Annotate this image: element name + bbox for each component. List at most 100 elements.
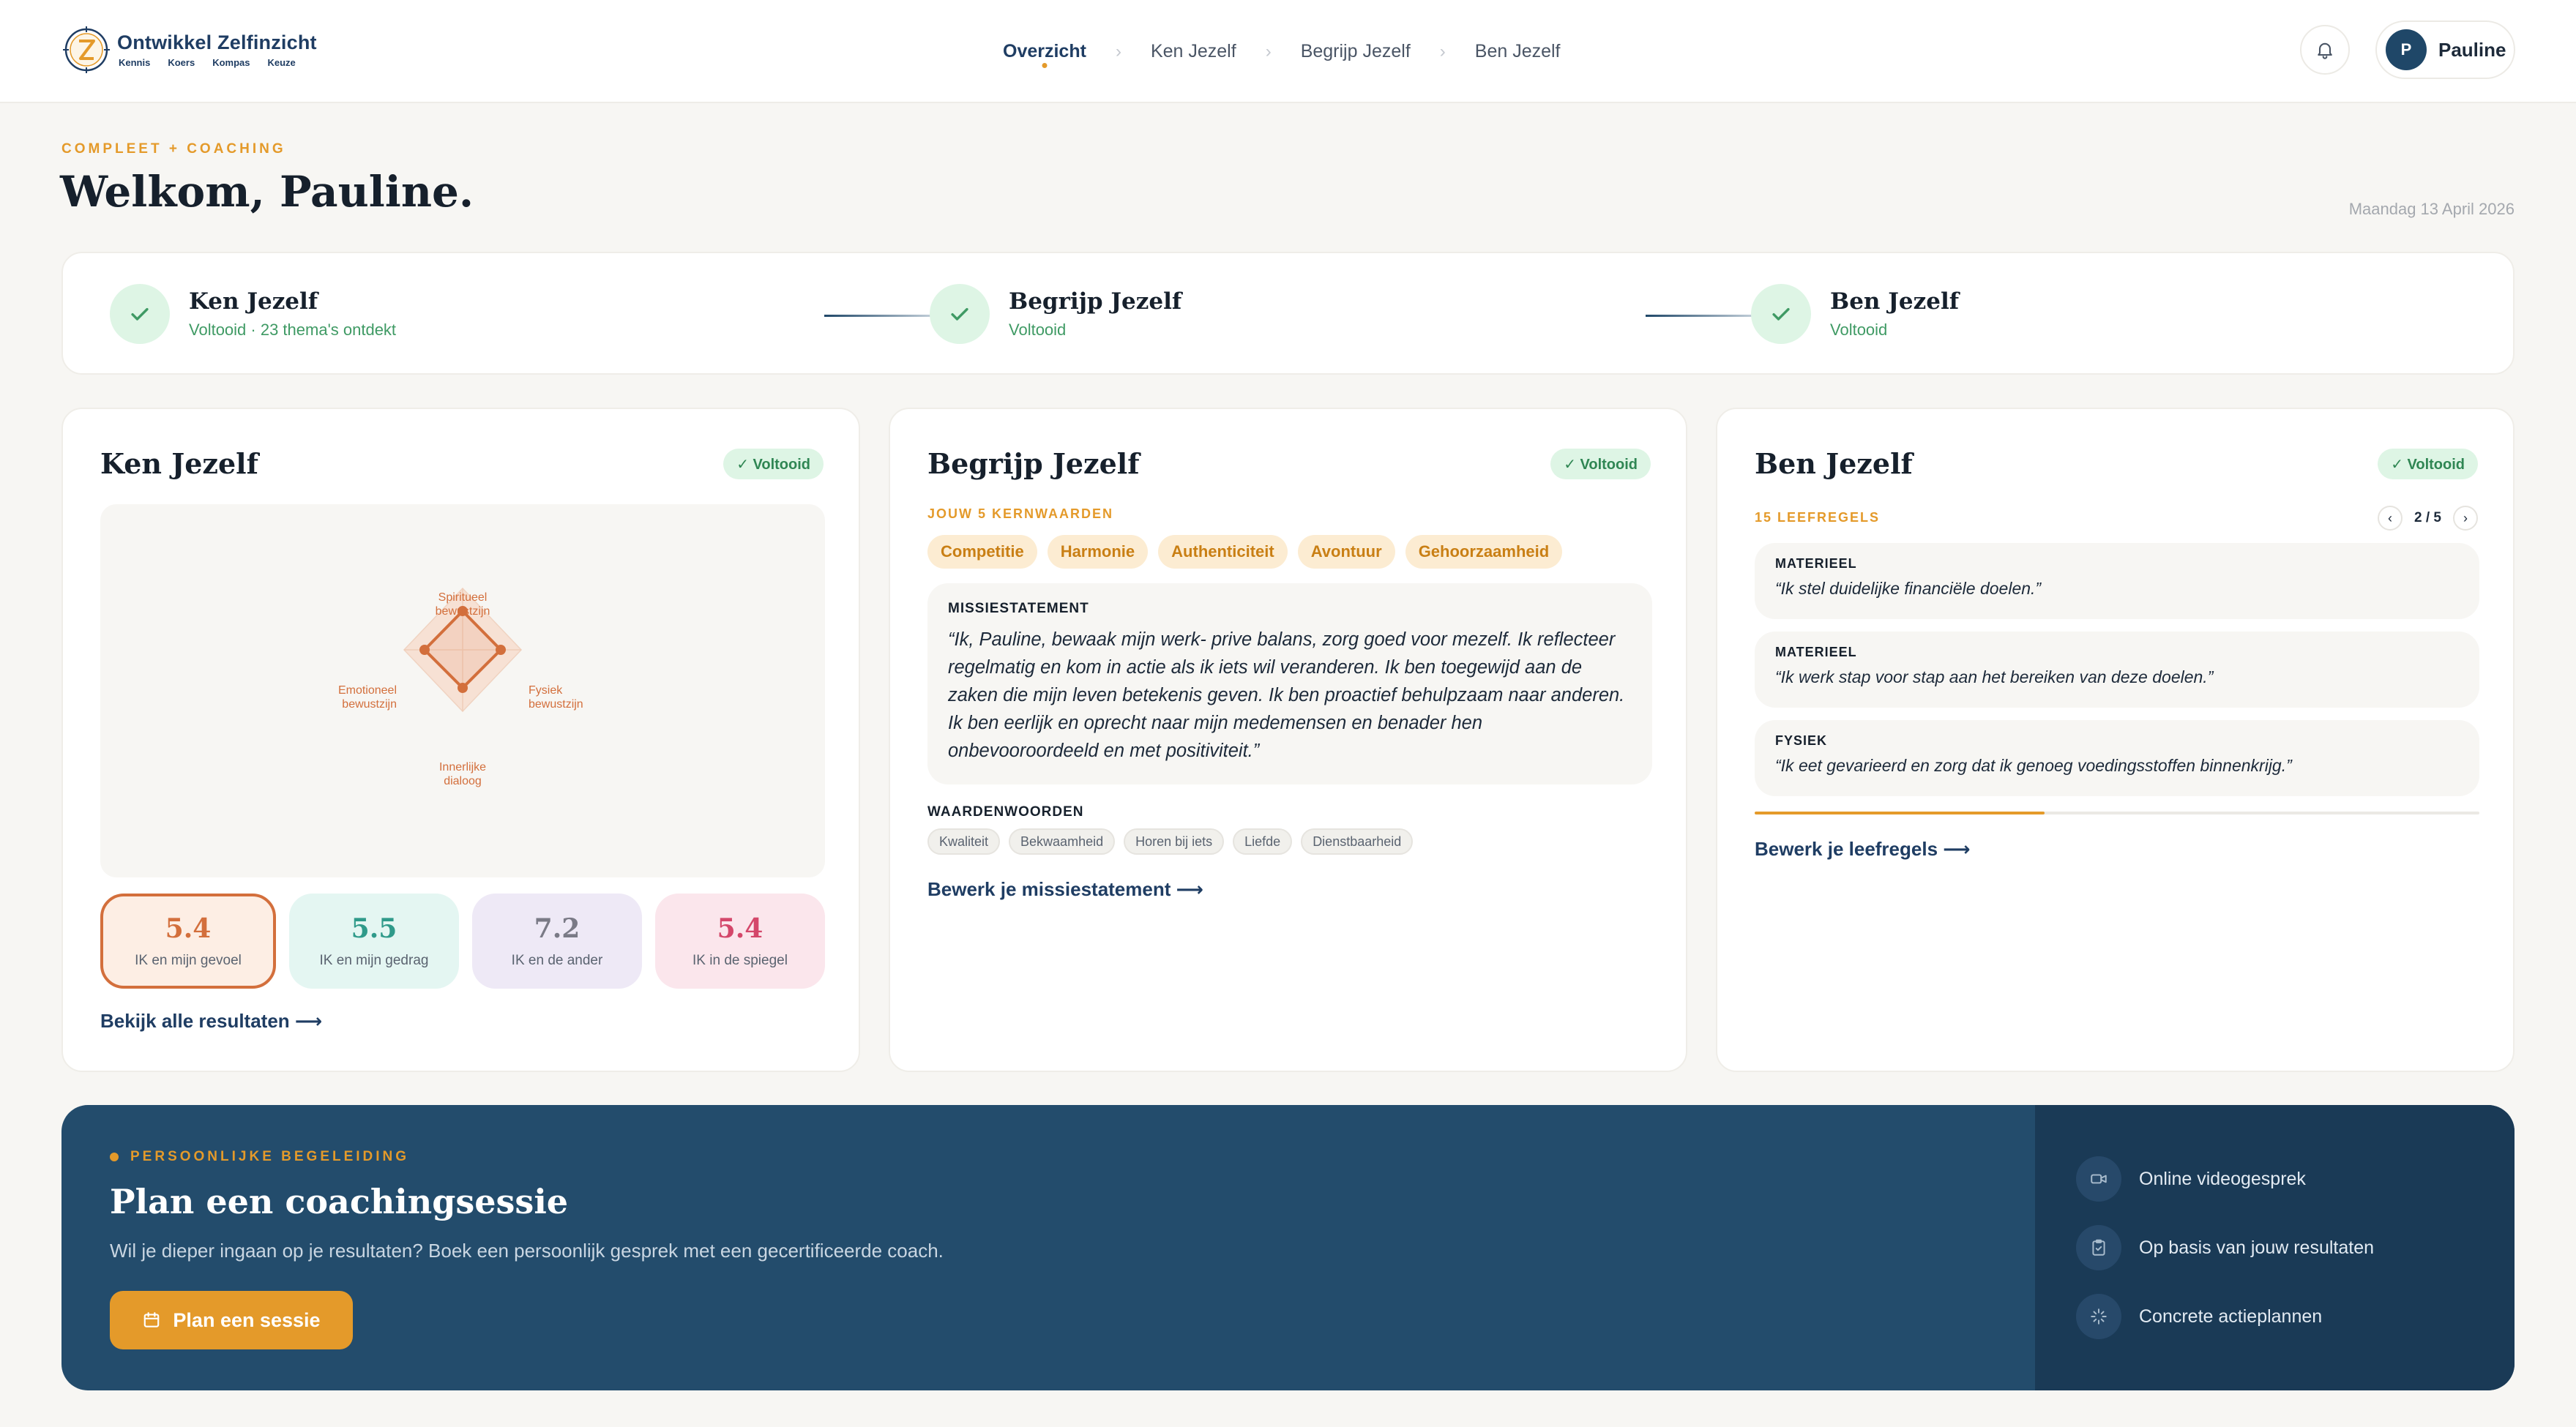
clipboard-icon bbox=[2076, 1225, 2121, 1270]
edit-mission-link[interactable]: Bewerk je missiestatement ⟶ bbox=[927, 878, 1203, 901]
logo-icon bbox=[63, 26, 110, 73]
main-nav: Overzicht › Ken Jezelf › Begrijp Jezelf … bbox=[1003, 0, 1561, 103]
radar-chart: Spiritueel bewustzijn Fysiek bewustzijn In… bbox=[100, 504, 825, 877]
score-label: IK en mijn gedrag bbox=[319, 953, 429, 968]
status-badge: ✓ Voltooid bbox=[2378, 449, 2478, 479]
banner-title: Plan een coachingsessie bbox=[110, 1182, 569, 1221]
rules-progress-fill bbox=[1755, 812, 2045, 814]
score-tiles: 5.4 IK en mijn gevoel 5.5 IK en mijn ged… bbox=[100, 894, 825, 989]
feature-item: Online videogesprek bbox=[2076, 1156, 2306, 1202]
rules-progress-bar bbox=[1755, 812, 2479, 814]
card-title: Ken Jezelf bbox=[100, 447, 258, 480]
current-date: Maandag 13 April 2026 bbox=[2348, 200, 2515, 218]
feature-label: Online videogesprek bbox=[2139, 1168, 2306, 1189]
logo-tag: Koers bbox=[168, 57, 195, 68]
value-word: Kwaliteit bbox=[927, 828, 1001, 855]
score-tile-ander[interactable]: 7.2 IK en de ander bbox=[472, 894, 642, 989]
banner-eyebrow-text: PERSOONLIJKE BEGELEIDING bbox=[130, 1149, 410, 1164]
score-tile-spiegel[interactable]: 5.4 IK in de spiegel bbox=[655, 894, 825, 989]
ken-jezelf-card: Ken Jezelf ✓ Voltooid Spiritueel bewustzi… bbox=[61, 408, 860, 1072]
core-values-label: JOUW 5 KERNWAARDEN bbox=[927, 506, 1114, 521]
chevron-right-icon: › bbox=[1115, 41, 1121, 61]
value-word: Bekwaamheid bbox=[1009, 828, 1116, 855]
user-menu[interactable]: P Pauline bbox=[2375, 20, 2515, 79]
score-label: IK in de spiegel bbox=[692, 953, 788, 968]
progress-step-ken[interactable]: Ken Jezelf Voltooid · 23 thema's ontdekt bbox=[110, 284, 396, 344]
rule-category: MATERIEEL bbox=[1775, 645, 1857, 659]
card-title: Begrijp Jezelf bbox=[927, 447, 1140, 480]
life-rules-label: 15 LEEFREGELS bbox=[1755, 510, 1881, 525]
progress-step-begrijp[interactable]: Begrijp Jezelf Voltooid bbox=[930, 284, 1181, 344]
score-value: 5.4 bbox=[165, 913, 212, 944]
logo-title: Ontwikkel Zelfinzicht bbox=[117, 31, 317, 53]
score-tile-gedrag[interactable]: 5.5 IK en mijn gedrag bbox=[289, 894, 459, 989]
chevron-right-icon: › bbox=[1265, 41, 1272, 61]
step-status: Voltooid bbox=[1009, 321, 1067, 339]
value-chip: Competitie bbox=[927, 535, 1037, 569]
feature-label: Concrete actieplannen bbox=[2139, 1306, 2323, 1327]
check-icon bbox=[930, 284, 990, 344]
radar-label-fysiek: Fysiek bewustzijn bbox=[529, 684, 583, 711]
feature-item: Concrete actieplannen bbox=[2076, 1294, 2322, 1339]
radar-label-spiritueel: Spiritueel bewustzijn bbox=[435, 591, 490, 618]
radar-label-innerlijk: Innerlijke dialoog bbox=[438, 761, 487, 787]
value-chip: Avontuur bbox=[1297, 535, 1395, 569]
begrijp-jezelf-card: Begrijp Jezelf ✓ Voltooid JOUW 5 KERNWAA… bbox=[889, 408, 1687, 1072]
plan-eyebrow: COMPLEET + COACHING bbox=[61, 141, 286, 157]
calendar-icon bbox=[144, 1312, 160, 1327]
card-title: Ben Jezelf bbox=[1755, 447, 1913, 480]
score-value: 5.5 bbox=[351, 913, 397, 944]
nav-ken-jezelf[interactable]: Ken Jezelf bbox=[1151, 0, 1236, 103]
logo-tag: Kennis bbox=[119, 57, 151, 68]
radar-label-emotioneel: Emotioneel bewustzijn bbox=[337, 684, 397, 711]
rule-category: FYSIEK bbox=[1775, 733, 1828, 748]
score-label: IK en mijn gevoel bbox=[135, 953, 242, 968]
rule-text: “Ik werk stap voor stap aan het bereiken… bbox=[1775, 667, 2214, 686]
score-value: 7.2 bbox=[534, 913, 580, 944]
logo[interactable]: Ontwikkel Zelfinzicht Kennis Koers Kompa… bbox=[61, 25, 317, 75]
mission-label: MISSIESTATEMENT bbox=[948, 601, 1089, 616]
chevron-left-icon[interactable]: ‹ bbox=[2378, 506, 2403, 531]
mission-text: “Ik, Pauline, bewaak mijn werk- prive ba… bbox=[948, 629, 1625, 761]
value-words: Kwaliteit Bekwaamheid Horen bij iets Lie… bbox=[927, 828, 1414, 855]
value-word: Horen bij iets bbox=[1124, 828, 1225, 855]
value-words-label: WAARDENWOORDEN bbox=[927, 804, 1084, 820]
journey-progress: Ken Jezelf Voltooid · 23 thema's ontdekt… bbox=[61, 252, 2515, 375]
nav-begrijp-jezelf[interactable]: Begrijp Jezelf bbox=[1301, 0, 1411, 103]
score-label: IK en de ander bbox=[511, 953, 603, 968]
score-value: 5.4 bbox=[717, 913, 764, 944]
step-connector bbox=[824, 315, 934, 317]
edit-rules-link[interactable]: Bewerk je leefregels ⟶ bbox=[1755, 838, 1971, 861]
logo-tag: Keuze bbox=[267, 57, 296, 68]
nav-ben-jezelf[interactable]: Ben Jezelf bbox=[1475, 0, 1561, 103]
life-rule: MATERIEEL “Ik stel duidelijke financiële… bbox=[1755, 543, 2479, 619]
nav-overzicht[interactable]: Overzicht bbox=[1003, 0, 1086, 103]
avatar: P bbox=[2386, 29, 2427, 70]
rule-category: MATERIEEL bbox=[1775, 556, 1857, 571]
rule-text: “Ik eet gevarieerd en zorg dat ik genoeg… bbox=[1775, 756, 2292, 775]
step-status: Voltooid bbox=[1830, 321, 1888, 339]
radar-shape bbox=[403, 587, 523, 713]
progress-step-ben[interactable]: Ben Jezelf Voltooid bbox=[1751, 284, 1959, 344]
dot-icon bbox=[110, 1153, 119, 1161]
status-badge: ✓ Voltooid bbox=[1550, 449, 1651, 479]
bell-icon bbox=[2318, 42, 2332, 59]
view-results-link[interactable]: Bekijk alle resultaten ⟶ bbox=[100, 1010, 322, 1033]
feature-label: Op basis van jouw resultaten bbox=[2139, 1237, 2375, 1258]
chevron-right-icon: › bbox=[1439, 41, 1446, 61]
value-word: Liefde bbox=[1233, 828, 1293, 855]
plan-session-button[interactable]: Plan een sessie bbox=[110, 1291, 353, 1349]
value-chip: Gehoorzaamheid bbox=[1405, 535, 1563, 569]
step-title: Ken Jezelf bbox=[189, 288, 318, 315]
banner-features: Online videogesprek Op basis van jouw re… bbox=[2035, 1105, 2515, 1390]
chevron-right-icon[interactable]: › bbox=[2453, 506, 2478, 531]
pager-text: 2 / 5 bbox=[2414, 510, 2441, 525]
life-rule: MATERIEEL “Ik werk stap voor stap aan he… bbox=[1755, 632, 2479, 708]
notifications-button[interactable] bbox=[2300, 25, 2350, 75]
check-icon bbox=[110, 284, 170, 344]
score-tile-gevoel[interactable]: 5.4 IK en mijn gevoel bbox=[100, 894, 276, 989]
user-name: Pauline bbox=[2438, 38, 2506, 61]
logo-tag: Kompas bbox=[212, 57, 250, 68]
top-header: Ontwikkel Zelfinzicht Kennis Koers Kompa… bbox=[0, 0, 2576, 103]
feature-item: Op basis van jouw resultaten bbox=[2076, 1225, 2374, 1270]
